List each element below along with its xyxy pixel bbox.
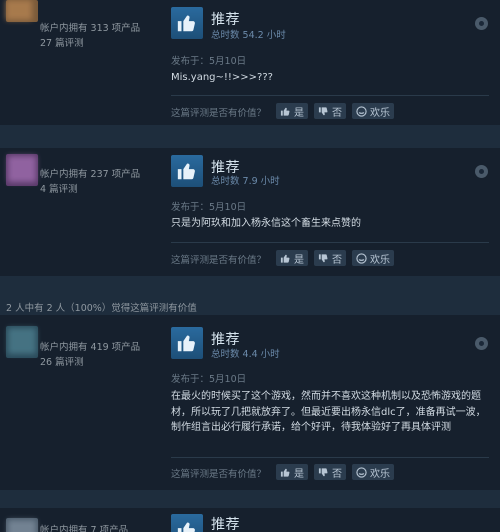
thumbs-up-icon — [280, 254, 290, 263]
review-card: 帐户内拥有 419 项产品 26 篇评测 推荐 总时数 4.4 小时 发布于：5… — [0, 315, 500, 490]
vote-yes-label: 是 — [294, 107, 304, 119]
review-gap — [0, 490, 500, 508]
smiley-icon — [356, 466, 367, 478]
avatar[interactable] — [6, 518, 38, 532]
smiley-icon — [356, 105, 367, 117]
vote-funny-label: 欢乐 — [370, 254, 390, 266]
vote-no-button[interactable]: 否 — [314, 103, 346, 119]
helpful-question: 这篇评测是否有价值？ — [171, 469, 267, 480]
thumbs-up-icon — [280, 468, 290, 477]
steam-icon[interactable] — [475, 337, 488, 350]
products-owned[interactable]: 帐户内拥有 7 项产品 — [40, 522, 128, 532]
products-owned[interactable]: 帐户内拥有 313 项产品 — [40, 20, 140, 34]
vote-yes-label: 是 — [294, 254, 304, 266]
vote-funny-label: 欢乐 — [370, 468, 390, 480]
thumbs-up-icon — [280, 107, 290, 116]
thumbs-down-icon — [318, 253, 328, 262]
divider — [171, 457, 489, 458]
avatar[interactable] — [6, 326, 38, 358]
vote-funny-label: 欢乐 — [370, 107, 390, 119]
steam-icon[interactable] — [475, 165, 488, 178]
recommended-thumb-icon — [171, 155, 203, 187]
vote-funny-button[interactable]: 欢乐 — [352, 103, 394, 119]
review-count[interactable]: 26 篇评测 — [40, 354, 84, 368]
vote-yes-button[interactable]: 是 — [276, 103, 308, 119]
vote-no-label: 否 — [332, 107, 342, 119]
review-text: 在最火的时候买了这个游戏，然而并不喜欢这种机制以及恐怖游戏的题材，所以玩了几把就… — [171, 391, 486, 433]
vote-funny-button[interactable]: 欢乐 — [352, 464, 394, 480]
products-owned[interactable]: 帐户内拥有 237 项产品 — [40, 166, 140, 180]
helpful-summary: 2 人中有 2 人（100%）觉得这篇评测有价值 — [6, 303, 197, 314]
recommended-thumb-icon — [171, 327, 203, 359]
review-count[interactable]: 4 篇评测 — [40, 181, 78, 195]
hours-played: 总时数 7.9 小时 — [211, 176, 280, 187]
recommendation-title[interactable]: 推荐 — [211, 514, 240, 532]
divider — [171, 95, 489, 96]
review-text: 只是为阿玖和加入杨永信这个畜生来点赞的 — [171, 218, 361, 229]
hours-played: 总时数 4.4 小时 — [211, 349, 280, 360]
avatar-blur — [8, 156, 36, 182]
avatar[interactable] — [6, 154, 38, 186]
hours-played: 总时数 54.2 小时 — [211, 30, 286, 41]
review-gap: 2 人中有 2 人（100%）觉得这篇评测有价值 — [0, 276, 500, 315]
vote-no-button[interactable]: 否 — [314, 250, 346, 266]
review-text: Mis.yang~!!>>>??? — [171, 72, 273, 83]
avatar-blur — [6, 0, 32, 20]
posted-date: 发布于：5月10日 — [171, 56, 247, 67]
review-card: 帐户内拥有 237 项产品 4 篇评测 推荐 总时数 7.9 小时 发布于：5月… — [0, 148, 500, 276]
vote-yes-button[interactable]: 是 — [276, 464, 308, 480]
posted-date: 发布于：5月10日 — [171, 202, 247, 213]
posted-date: 发布于：5月10日 — [171, 374, 247, 385]
avatar-blur — [8, 328, 36, 354]
vote-funny-button[interactable]: 欢乐 — [352, 250, 394, 266]
vote-no-label: 否 — [332, 254, 342, 266]
avatar-blur — [8, 520, 36, 532]
vote-yes-label: 是 — [294, 468, 304, 480]
recommendation-title[interactable]: 推荐 — [211, 9, 240, 29]
recommended-thumb-icon — [171, 514, 203, 532]
products-owned[interactable]: 帐户内拥有 419 项产品 — [40, 339, 140, 353]
steam-icon[interactable] — [475, 17, 488, 30]
helpful-question: 这篇评测是否有价值？ — [171, 108, 267, 119]
review-card: 帐户内拥有 7 项产品 推荐 — [0, 508, 500, 532]
review-card: 帐户内拥有 313 项产品 27 篇评测 推荐 总时数 54.2 小时 发布于：… — [0, 0, 500, 125]
thumbs-down-icon — [318, 106, 328, 115]
helpful-question: 这篇评测是否有价值？ — [171, 255, 267, 266]
smiley-icon — [356, 252, 367, 264]
vote-yes-button[interactable]: 是 — [276, 250, 308, 266]
vote-no-button[interactable]: 否 — [314, 464, 346, 480]
vote-no-label: 否 — [332, 468, 342, 480]
review-count[interactable]: 27 篇评测 — [40, 35, 84, 49]
thumbs-down-icon — [318, 467, 328, 476]
avatar[interactable] — [6, 0, 38, 22]
review-gap — [0, 125, 500, 148]
recommended-thumb-icon — [171, 7, 203, 39]
divider — [171, 242, 489, 243]
